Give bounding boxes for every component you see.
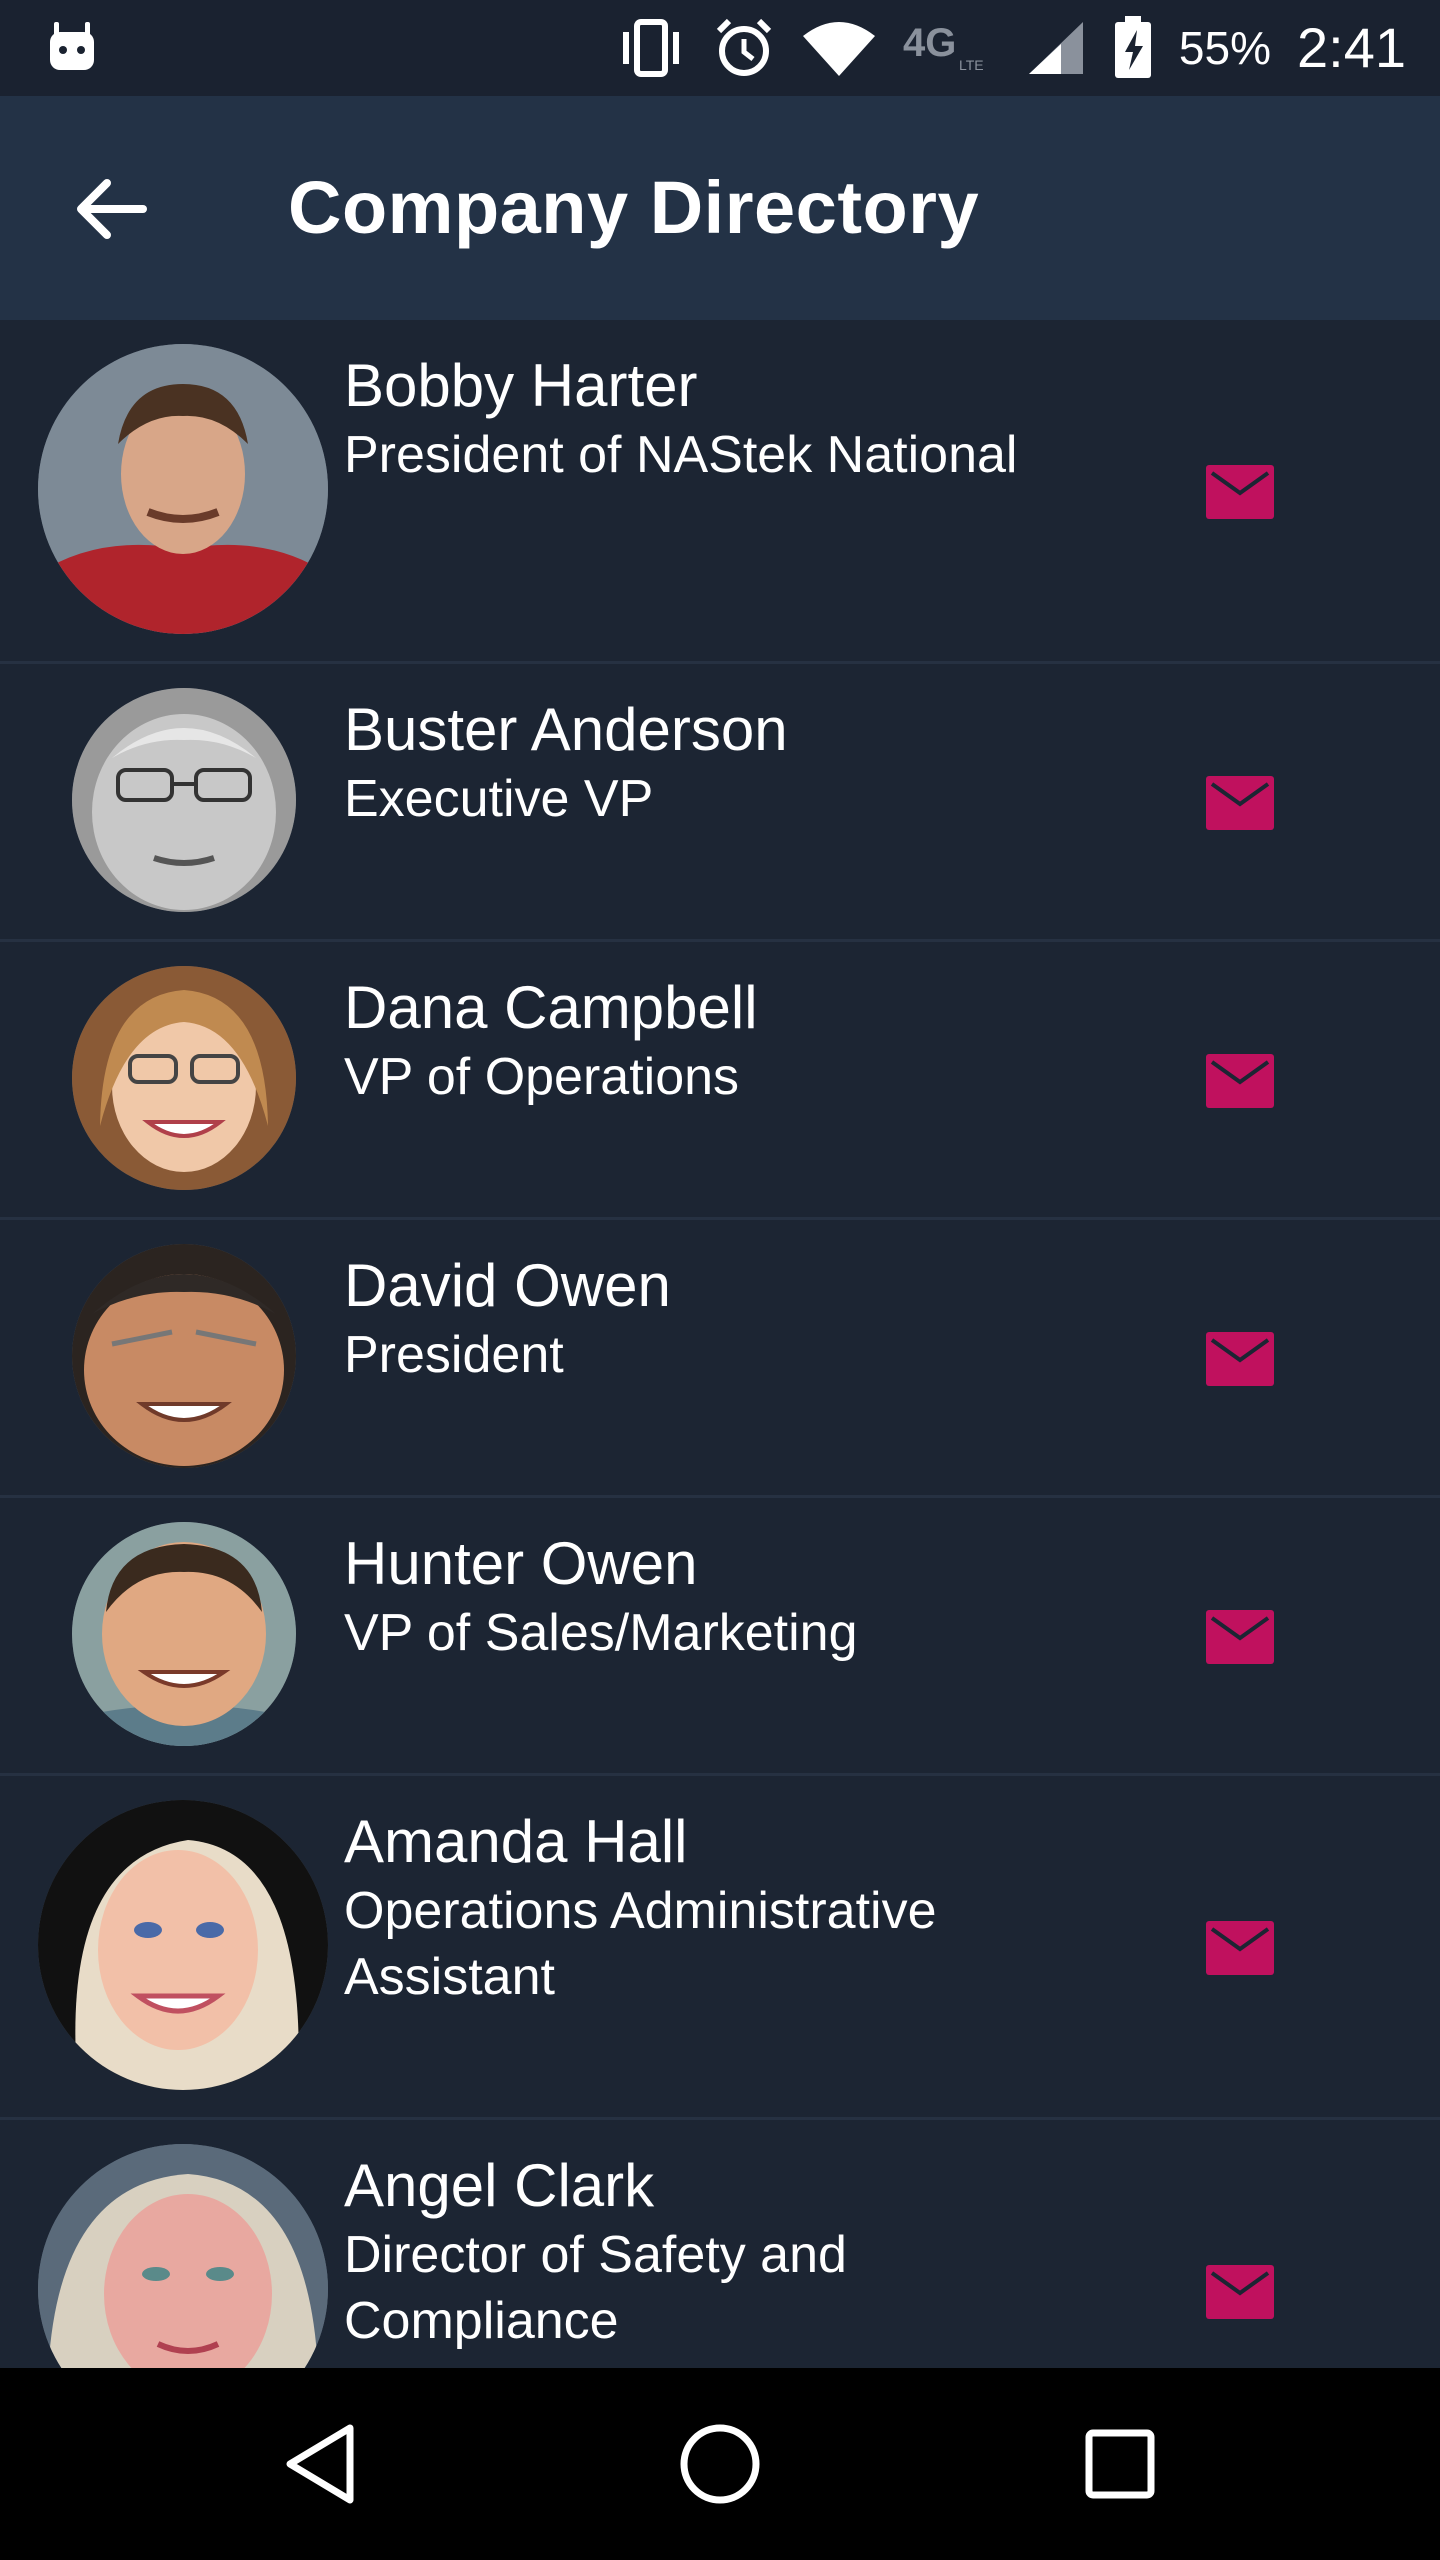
contact-info: Buster Anderson Executive VP [344, 694, 1104, 832]
arrow-left-icon [77, 179, 147, 239]
contact-row-david-owen[interactable]: David Owen President [0, 1220, 1440, 1498]
circle-home-icon [680, 2424, 760, 2504]
contact-name: Buster Anderson [344, 696, 788, 763]
contact-info: Bobby Harter President of NAStek Nationa… [344, 350, 1104, 488]
contact-name: Hunter Owen [344, 1530, 698, 1597]
app-bar: Company Directory [0, 96, 1440, 320]
mail-icon [1206, 1332, 1274, 1386]
contact-row-angel-clark[interactable]: Angel Clark Director of Safety and Compl… [0, 2120, 1440, 2368]
clock-time: 2:41 [1297, 16, 1406, 79]
contact-name: Dana Campbell [344, 974, 758, 1041]
contact-name: Amanda Hall [344, 1808, 688, 1875]
avatar [72, 966, 296, 1190]
contact-row-dana-campbell[interactable]: Dana Campbell VP of Operations [0, 942, 1440, 1220]
square-recents-icon [1085, 2429, 1155, 2499]
email-button[interactable] [1206, 1610, 1274, 1664]
android-notification-icon [44, 20, 100, 76]
network-lte-icon: 4G LTE [903, 18, 999, 78]
mail-icon [1206, 465, 1274, 519]
contact-title: President of NAStek National [344, 426, 1018, 484]
mail-icon [1206, 1610, 1274, 1664]
contact-name: David Owen [344, 1252, 671, 1319]
email-button[interactable] [1206, 776, 1274, 830]
status-bar: 4G LTE 55% 2:41 [0, 0, 1440, 96]
contact-name: Bobby Harter [344, 352, 698, 419]
status-icons: 4G LTE 55% 2:41 [615, 0, 1406, 96]
contact-info: Angel Clark Director of Safety and Compl… [344, 2150, 1104, 2354]
email-button[interactable] [1206, 1054, 1274, 1108]
contact-name: Angel Clark [344, 2152, 655, 2219]
page-title: Company Directory [288, 166, 980, 249]
contact-row-hunter-owen[interactable]: Hunter Owen VP of Sales/Marketing [0, 1498, 1440, 1776]
contact-title: VP of Operations [344, 1048, 740, 1106]
avatar [38, 2144, 328, 2368]
email-button[interactable] [1206, 1332, 1274, 1386]
mail-icon [1206, 776, 1274, 830]
avatar [72, 688, 296, 912]
wifi-icon [801, 18, 877, 78]
contact-row-buster-anderson[interactable]: Buster Anderson Executive VP [0, 664, 1440, 942]
triangle-back-icon [286, 2424, 354, 2504]
contact-info: Dana Campbell VP of Operations [344, 972, 1104, 1110]
contact-row-bobby-harter[interactable]: Bobby Harter President of NAStek Nationa… [0, 320, 1440, 664]
email-button[interactable] [1206, 1921, 1274, 1975]
contact-title: Operations Administrative Assistant [344, 1882, 937, 2006]
vibrate-icon [615, 18, 687, 78]
nav-home-button[interactable] [624, 2368, 816, 2560]
avatar [38, 344, 328, 634]
avatar [72, 1244, 296, 1468]
contact-info: David Owen President [344, 1250, 1104, 1388]
contact-info: Hunter Owen VP of Sales/Marketing [344, 1528, 1104, 1666]
contact-info: Amanda Hall Operations Administrative As… [344, 1806, 1104, 2010]
contact-title: Director of Safety and Compliance [344, 2226, 847, 2350]
back-button[interactable] [56, 154, 166, 264]
battery-charging-icon [1113, 16, 1153, 80]
email-button[interactable] [1206, 465, 1274, 519]
alarm-icon [713, 17, 775, 79]
nav-recents-button[interactable] [1024, 2368, 1216, 2560]
svg-text:4G: 4G [903, 21, 956, 65]
battery-percentage: 55% [1178, 22, 1271, 74]
avatar [72, 1522, 296, 1746]
email-button[interactable] [1206, 2265, 1274, 2319]
system-nav-bar [0, 2368, 1440, 2560]
contact-title: VP of Sales/Marketing [344, 1604, 858, 1662]
avatar [38, 1800, 328, 2090]
mail-icon [1206, 2265, 1274, 2319]
contact-row-amanda-hall[interactable]: Amanda Hall Operations Administrative As… [0, 1776, 1440, 2120]
mail-icon [1206, 1921, 1274, 1975]
contact-title: Executive VP [344, 770, 654, 828]
nav-back-button[interactable] [224, 2368, 416, 2560]
svg-text:LTE: LTE [959, 57, 984, 73]
cell-signal-icon [1025, 18, 1087, 78]
contact-title: President [344, 1326, 564, 1384]
mail-icon [1206, 1054, 1274, 1108]
contact-list[interactable]: Bobby Harter President of NAStek Nationa… [0, 320, 1440, 2368]
